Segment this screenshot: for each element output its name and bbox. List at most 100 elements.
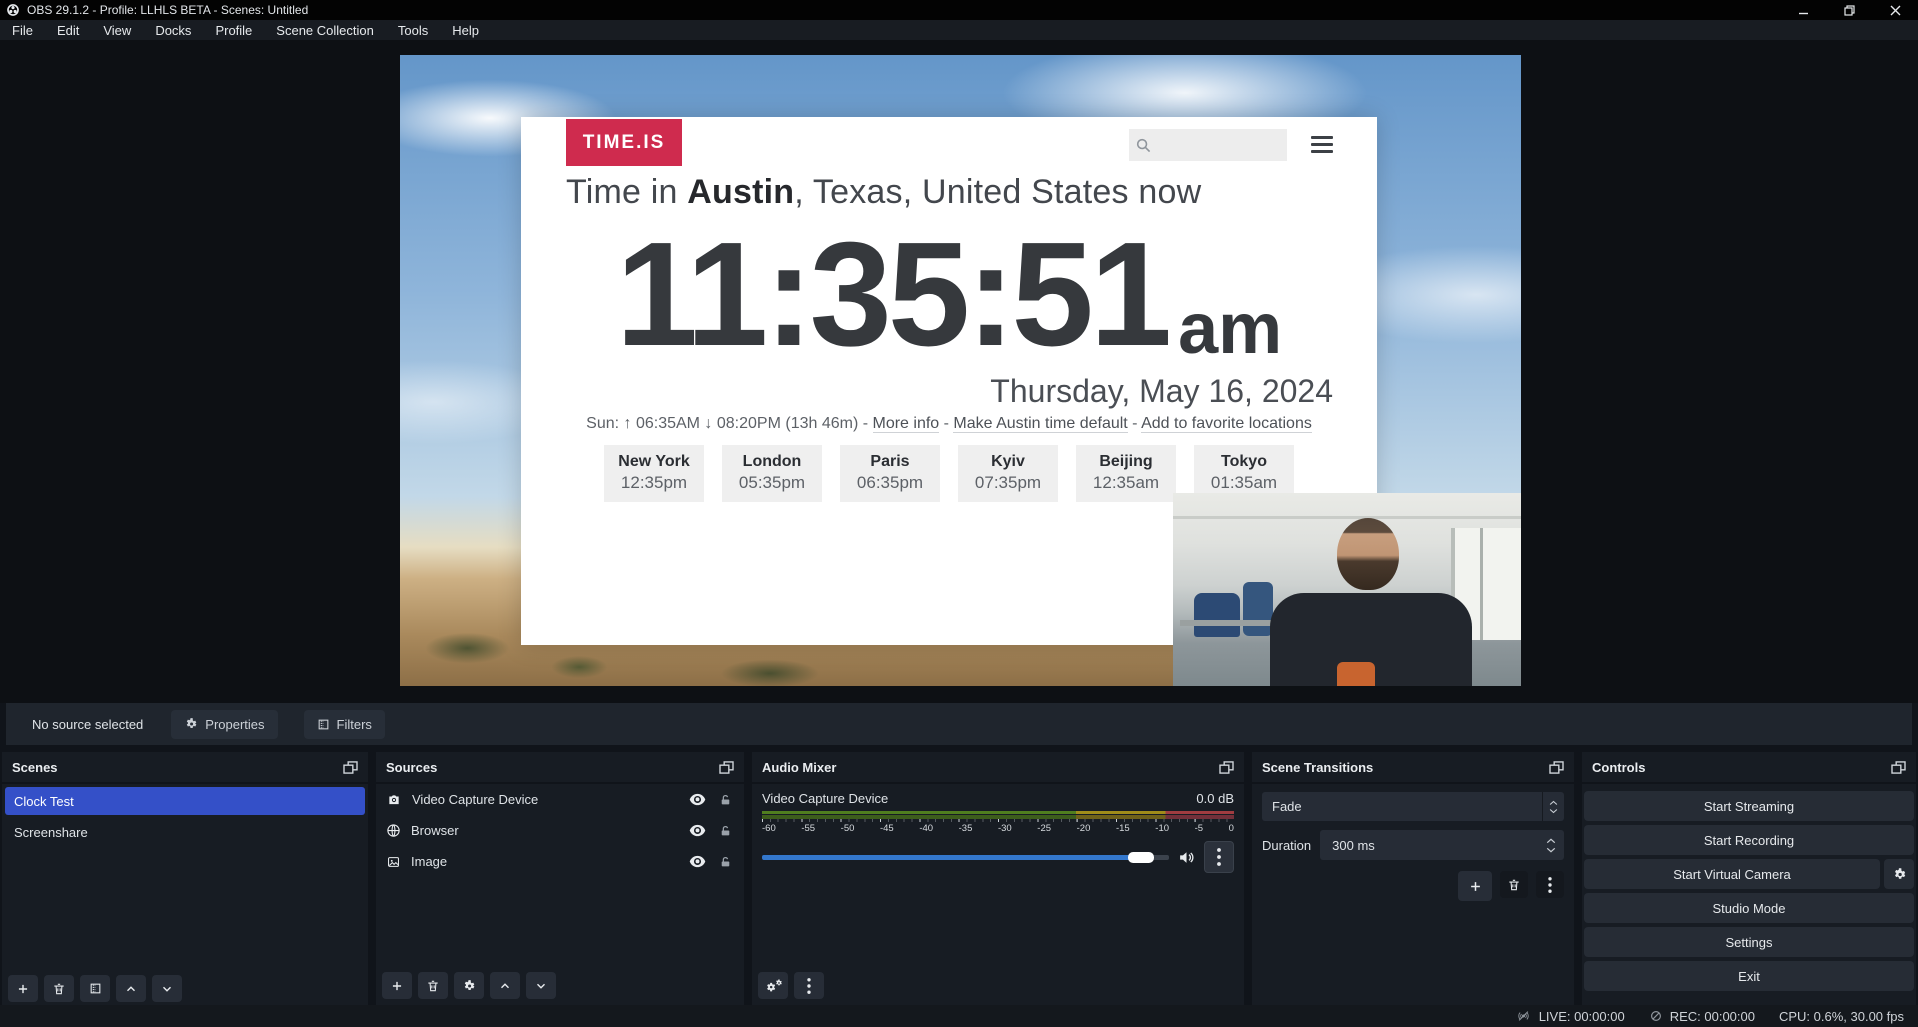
virtual-camera-settings-button[interactable] (1884, 859, 1914, 889)
volume-slider[interactable] (762, 855, 1169, 860)
close-button[interactable] (1872, 0, 1918, 20)
start-streaming-button[interactable]: Start Streaming (1584, 791, 1914, 821)
visibility-eye-icon[interactable] (689, 824, 706, 837)
rec-time: REC: 00:00:00 (1670, 1009, 1755, 1024)
source-item-image[interactable]: Image (376, 846, 744, 877)
controls-title: Controls (1592, 760, 1645, 775)
rec-icon (1649, 1009, 1663, 1023)
clock-time: 11:35:51 (616, 221, 1168, 369)
lock-icon[interactable] (719, 855, 732, 869)
duration-spinbox[interactable]: 300 ms (1320, 830, 1564, 860)
transition-select[interactable]: Fade (1262, 792, 1564, 821)
studio-mode-button[interactable]: Studio Mode (1584, 893, 1914, 923)
status-bar: LIVE: 00:00:00 REC: 00:00:00 CPU: 0.6%, … (0, 1005, 1918, 1027)
gear-icon (184, 717, 198, 731)
mixer-options-button[interactable] (1204, 841, 1234, 873)
city-box-london: London05:35pm (722, 445, 822, 502)
visibility-eye-icon[interactable] (689, 855, 706, 868)
menu-docks[interactable]: Docks (143, 20, 203, 40)
city-box-beijing: Beijing12:35am (1076, 445, 1176, 502)
menu-help[interactable]: Help (440, 20, 491, 40)
image-icon (386, 855, 401, 869)
popout-icon[interactable] (1549, 761, 1564, 774)
settings-button[interactable]: Settings (1584, 927, 1914, 957)
office-chair (1194, 593, 1240, 637)
camera-icon (386, 793, 402, 807)
popout-icon[interactable] (1891, 761, 1906, 774)
filters-icon (317, 718, 330, 731)
page-title: Time in Austin, Texas, United States now (566, 173, 1201, 212)
minimize-button[interactable] (1780, 0, 1826, 20)
volume-slider-handle[interactable] (1128, 852, 1154, 863)
sources-title: Sources (386, 760, 437, 775)
make-default-link: Make Austin time default (953, 415, 1127, 433)
remove-transition-button[interactable] (1500, 871, 1528, 898)
webcam-overlay (1173, 493, 1521, 686)
scene-item-clock-test[interactable]: Clock Test (5, 787, 365, 815)
move-scene-down-button[interactable] (152, 975, 182, 1002)
scene-filters-button[interactable] (80, 975, 110, 1002)
start-virtual-camera-button[interactable]: Start Virtual Camera (1584, 859, 1880, 889)
menu-view[interactable]: View (91, 20, 143, 40)
move-scene-up-button[interactable] (116, 975, 146, 1002)
gear-icon (462, 979, 476, 993)
popout-icon[interactable] (343, 761, 358, 774)
add-source-button[interactable] (382, 972, 412, 999)
advanced-audio-button[interactable] (758, 972, 788, 999)
properties-button[interactable]: Properties (171, 710, 277, 739)
menu-bar: File Edit View Docks Profile Scene Colle… (0, 20, 1918, 40)
menu-file[interactable]: File (0, 20, 45, 40)
audio-mixer-title: Audio Mixer (762, 760, 836, 775)
remove-scene-button[interactable] (44, 975, 74, 1002)
no-source-selected-label: No source selected (32, 717, 143, 732)
start-recording-button[interactable]: Start Recording (1584, 825, 1914, 855)
city-box-paris: Paris06:35pm (840, 445, 940, 502)
move-source-up-button[interactable] (490, 972, 520, 999)
remove-source-button[interactable] (418, 972, 448, 999)
move-source-down-button[interactable] (526, 972, 556, 999)
menu-profile[interactable]: Profile (203, 20, 264, 40)
select-arrows-icon (1542, 792, 1564, 821)
source-properties-button[interactable] (454, 972, 484, 999)
favorites-link: Add to favorite locations (1141, 415, 1312, 433)
controls-dock: Controls Start Streaming Start Recording… (1582, 752, 1916, 1005)
audio-mixer-dock: Audio Mixer Video Capture Device 0.0 dB … (752, 752, 1244, 1005)
workspace: TIME.IS Time in Austin, Texas, United St… (0, 40, 1918, 703)
office-chair (1243, 582, 1273, 636)
menu-edit[interactable]: Edit (45, 20, 91, 40)
spin-down-icon[interactable] (1546, 847, 1556, 853)
source-context-bar: No source selected Properties Filters (6, 703, 1912, 745)
menu-tools[interactable]: Tools (386, 20, 440, 40)
mixer-menu-button[interactable] (794, 972, 824, 999)
search-icon (1136, 138, 1151, 153)
add-scene-button[interactable] (8, 975, 38, 1002)
spin-up-icon[interactable] (1546, 838, 1556, 844)
lock-icon[interactable] (719, 824, 732, 838)
gear-icon (1892, 867, 1907, 882)
obs-logo-icon (6, 3, 20, 17)
clock-display: 11:35:51 am (521, 221, 1377, 369)
lock-icon[interactable] (719, 793, 732, 807)
scenes-dock: Scenes Clock Test Screenshare (2, 752, 368, 1005)
mixer-channel-name: Video Capture Device (762, 791, 888, 806)
volume-meter: -60-55-50-45-40-35-30-25-20-15-10-50 (762, 811, 1234, 834)
visibility-eye-icon[interactable] (689, 793, 706, 806)
add-transition-button[interactable] (1458, 871, 1492, 901)
source-item-video-capture[interactable]: Video Capture Device (376, 784, 744, 815)
sun-info-line: Sun: ↑ 06:35AM ↓ 08:20PM (13h 46m) - Mor… (521, 415, 1377, 433)
restore-button[interactable] (1826, 0, 1872, 20)
exit-button[interactable]: Exit (1584, 961, 1914, 991)
popout-icon[interactable] (719, 761, 734, 774)
source-item-browser[interactable]: Browser (376, 815, 744, 846)
menu-scene-collection[interactable]: Scene Collection (264, 20, 386, 40)
speaker-icon[interactable] (1177, 849, 1196, 866)
live-time: LIVE: 00:00:00 (1539, 1009, 1625, 1024)
more-info-link: More info (873, 415, 940, 433)
cpu-fps-stats: CPU: 0.6%, 30.00 fps (1779, 1009, 1904, 1024)
scene-item-screenshare[interactable]: Screenshare (5, 818, 365, 846)
popout-icon[interactable] (1219, 761, 1234, 774)
video-preview-canvas[interactable]: TIME.IS Time in Austin, Texas, United St… (400, 55, 1521, 686)
title-bar: OBS 29.1.2 - Profile: LLHLS BETA - Scene… (0, 0, 1918, 20)
transition-menu-button[interactable] (1536, 871, 1564, 898)
filters-button[interactable]: Filters (304, 710, 385, 739)
